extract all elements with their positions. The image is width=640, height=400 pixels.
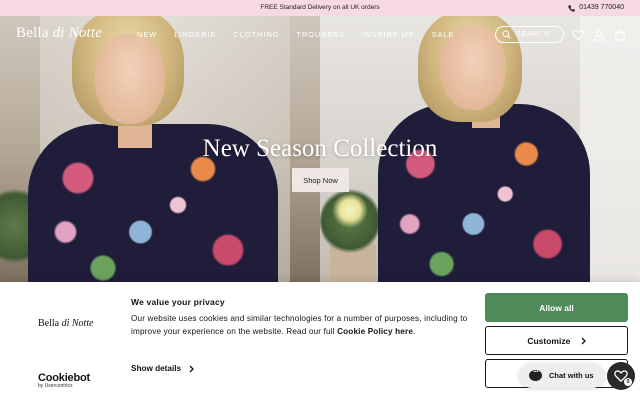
promo-text: FREE Standard Delivery on all UK orders [260,4,380,11]
shop-now-button[interactable]: Shop Now [292,168,349,192]
allow-all-button[interactable]: Allow all [485,293,628,322]
logo-text-di-notte: di Notte [52,25,103,41]
chevron-right-icon [581,337,586,345]
wishlist-button[interactable]: 0 [607,362,635,390]
phone-link[interactable]: 01439 770040 [568,0,624,16]
search-label: SEARCH [516,31,550,38]
nav-item-inspire-me[interactable]: INSPIRE ME [362,29,414,41]
promo-bar: FREE Standard Delivery on all UK orders … [0,0,640,16]
nav-item-clothing[interactable]: CLOTHING [233,29,279,41]
phone-icon [568,4,575,12]
cookiebot-logo[interactable]: Cookiebot by Usercentrics [38,372,90,389]
chat-label: Chat with us [549,371,594,380]
chat-bubble-icon [529,367,542,381]
search-icon [502,30,511,39]
site-logo[interactable]: Bella di Notte [16,25,102,42]
show-details-label: Show details [131,364,182,373]
cookie-logo-di-notte: di Notte [61,318,94,329]
main-nav: NEW LINGERIE CLOTHING TROUSERS INSPIRE M… [137,29,471,41]
chat-widget[interactable]: Chat with us [519,363,605,388]
nav-item-new[interactable]: NEW [137,29,157,41]
cookie-text-body: Our website uses cookies and similar tec… [131,314,468,336]
phone-number: 01439 770040 [579,4,624,11]
bag-icon[interactable] [614,28,626,41]
hero-title: New Season Collection [202,135,438,162]
nav-item-lingerie[interactable]: LINGERIE [174,29,216,41]
show-details-toggle[interactable]: Show details [131,364,194,373]
cookie-banner-logo: Bella di Notte [38,318,94,329]
hero-banner[interactable]: New Season Collection Shop Now [0,16,640,288]
customize-label: Customize [527,335,571,346]
flowers [332,192,368,228]
user-icon[interactable] [593,28,605,41]
search-box[interactable]: SEARCH [495,26,564,43]
logo-text-bella: Bella [16,25,49,41]
header-icons [572,28,626,41]
nav-item-trousers[interactable]: TROUSERS [296,29,345,41]
customize-button[interactable]: Customize [485,326,628,355]
chevron-right-icon [189,365,194,372]
wishlist-count: 0 [624,378,632,386]
cookie-text-end: . [413,326,416,336]
heart-icon[interactable] [572,28,584,41]
cookie-text: Our website uses cookies and similar tec… [131,313,469,338]
cookie-title: We value your privacy [131,297,225,307]
cookie-logo-bella: Bella [38,318,60,329]
nav-item-sale[interactable]: SALE [432,29,455,41]
cookie-policy-link[interactable]: Cookie Policy here [337,327,413,336]
